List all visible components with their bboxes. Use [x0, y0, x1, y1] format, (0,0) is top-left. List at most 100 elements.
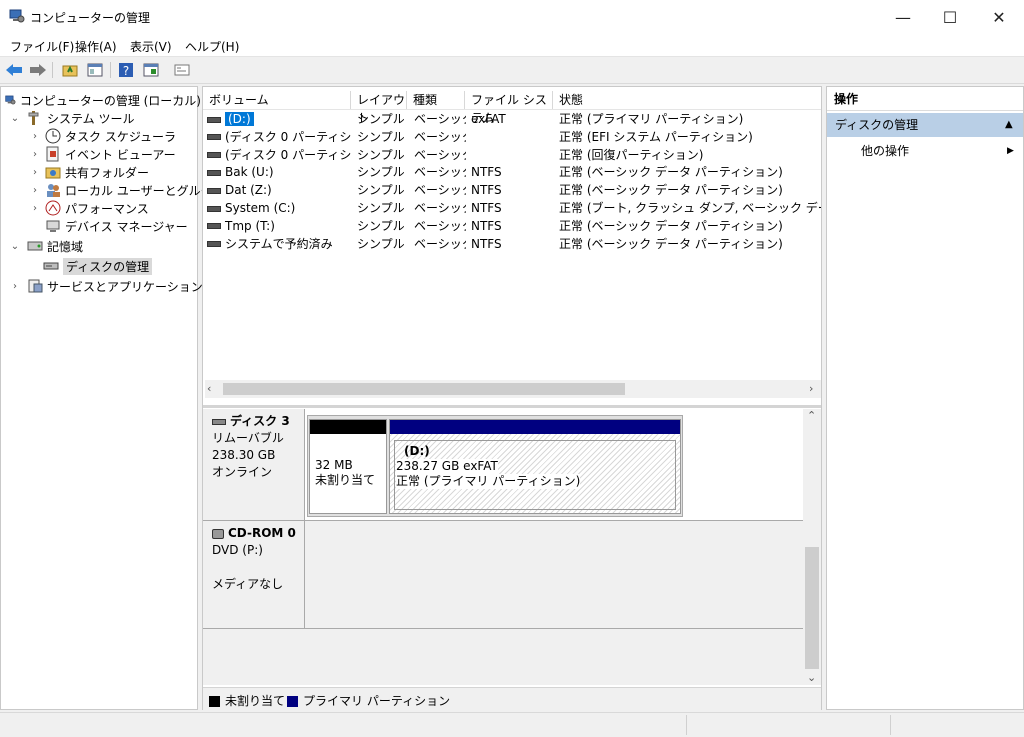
volume-cell-status: 正常 (ベーシック データ パーティション): [559, 181, 821, 199]
up-folder-icon[interactable]: [60, 60, 80, 80]
menu-view[interactable]: 表示(V): [130, 38, 172, 55]
menu-file[interactable]: ファイル(F): [10, 38, 74, 55]
volume-text-volume: Bak (U:): [225, 165, 274, 180]
actions-section-disk-management[interactable]: ディスクの管理 ▲: [827, 113, 1023, 137]
volume-cell-status: 正常 (プライマリ パーティション): [559, 110, 821, 128]
primary-partition-d[interactable]: (D:) 238.27 GB exFAT 正常 (プライマリ パーティション): [389, 419, 681, 514]
volume-cell-volume: (D:): [207, 110, 351, 128]
performance-icon: [45, 200, 61, 216]
maximize-button[interactable]: ☐: [927, 0, 973, 34]
volume-row[interactable]: Tmp (T:) シンプルベーシック NTFS 正常 (ベーシック データ パーティシ…: [203, 217, 821, 235]
volume-text-status: 正常 (ベーシック データ パーティション): [559, 236, 783, 251]
menu-action[interactable]: 操作(A): [75, 38, 117, 55]
pane-splitter[interactable]: [203, 405, 821, 408]
minimize-button[interactable]: —: [880, 0, 926, 34]
chevron-right-icon[interactable]: ›: [29, 131, 41, 142]
column-header-volume[interactable]: ボリューム: [203, 91, 351, 109]
disk-legend: 未割り当て プライマリ パーティション: [203, 687, 821, 710]
properties-icon[interactable]: [141, 60, 161, 80]
volume-text-volume: (ディスク 0 パーティション 3): [225, 129, 351, 144]
volume-cell-layout: シンプル: [357, 217, 407, 235]
tree-item-shared-folders[interactable]: › 共有フォルダー: [29, 163, 225, 181]
tree-item-services[interactable]: › サービスとアプリケーション: [9, 277, 205, 295]
volume-text-type: ベーシック: [414, 183, 466, 198]
volume-row[interactable]: システムで予約済み シンプルベーシック NTFS 正常 (ベーシック データ パーティ…: [203, 235, 821, 253]
volume-cell-fs: NTFS: [471, 217, 553, 235]
vertical-scroll-thumb[interactable]: [805, 547, 819, 669]
tree-item-performance[interactable]: › パフォーマンス: [29, 199, 225, 217]
volume-text-volume: Dat (Z:): [225, 183, 272, 198]
tree-item-computer-management[interactable]: コンピューターの管理 (ローカル): [5, 91, 201, 109]
tree-item-local-users[interactable]: › ローカル ユーザーとグループ: [29, 181, 225, 199]
cdrom0-info[interactable]: CD-ROM 0 DVD (P:) メディアなし: [203, 521, 305, 629]
forward-arrow-icon[interactable]: [28, 60, 48, 80]
column-header-status[interactable]: 状態: [553, 91, 821, 109]
chevron-right-icon[interactable]: ›: [29, 149, 41, 160]
volume-text-fs: NTFS: [471, 201, 502, 215]
chevron-right-icon[interactable]: ›: [29, 167, 41, 178]
toolbar: ?: [0, 57, 1024, 84]
disk3-partition-area: 32 MB 未割り当て (D:) 238.27 GB exFAT 正常 (プライ…: [305, 409, 821, 521]
volume-row[interactable]: (ディスク 0 パーティション 4) シンプルベーシック 正常 (回復パーティション…: [203, 146, 821, 164]
tree-label: システム ツール: [47, 111, 135, 126]
drive-icon: [207, 205, 221, 212]
volume-row[interactable]: Bak (U:) シンプルベーシック NTFS 正常 (ベーシック データ パーティシ…: [203, 163, 821, 181]
column-header-layout[interactable]: レイアウト: [351, 91, 407, 125]
tree-item-system-tools[interactable]: ⌄ システム ツール: [9, 109, 205, 127]
cdrom-icon: [212, 528, 224, 539]
help-icon[interactable]: ?: [116, 60, 136, 80]
chevron-down-icon[interactable]: ⌄: [9, 241, 21, 252]
tree-item-task-scheduler[interactable]: › タスク スケジューラ: [29, 127, 225, 145]
chevron-right-icon[interactable]: ›: [9, 281, 21, 292]
tree-item-event-viewer[interactable]: › イベント ビューアー: [29, 145, 225, 163]
actions-section-label: ディスクの管理: [835, 118, 919, 132]
volume-row[interactable]: (ディスク 0 パーティション 3) シンプルベーシック 正常 (EFI システム …: [203, 128, 821, 146]
cdrom0-partition-area: [305, 521, 821, 629]
scroll-down-icon[interactable]: ⌄: [807, 671, 816, 684]
volume-text-layout: シンプル: [357, 236, 405, 251]
scroll-thumb[interactable]: [223, 383, 625, 395]
tree-label: イベント ビューアー: [65, 147, 176, 162]
legend-primary-label: プライマリ パーティション: [303, 694, 451, 708]
disk3-info[interactable]: ディスク 3 リムーバブル 238.30 GB オンライン: [203, 409, 305, 521]
drive-icon: [207, 241, 221, 248]
horizontal-scrollbar[interactable]: ‹ ›: [205, 380, 821, 398]
scroll-left-icon[interactable]: ‹: [207, 382, 211, 395]
volume-text-volume: システムで予約済み: [225, 236, 333, 251]
chevron-right-icon[interactable]: ›: [29, 185, 41, 196]
actions-more[interactable]: 他の操作 ▶: [827, 141, 1023, 161]
volume-cell-fs: NTFS: [471, 181, 553, 199]
disk3-state: オンライン: [212, 465, 273, 479]
tools-icon: [28, 111, 39, 125]
console-icon[interactable]: [172, 60, 192, 80]
tree-label: 記憶域: [47, 239, 84, 254]
unallocated-partition[interactable]: 32 MB 未割り当て: [309, 419, 387, 514]
column-header-filesystem[interactable]: ファイル システム: [465, 91, 553, 125]
menu-bar: ファイル(F) 操作(A) 表示(V) ヘルプ(H): [0, 34, 1024, 57]
show-hide-tree-icon[interactable]: [85, 60, 105, 80]
menu-help[interactable]: ヘルプ(H): [185, 38, 239, 55]
close-button[interactable]: ✕: [976, 0, 1022, 34]
chevron-right-icon[interactable]: ›: [29, 203, 41, 214]
device-manager-icon: [46, 220, 60, 232]
column-header-type[interactable]: 種類: [407, 91, 465, 109]
volume-text-volume: (D:): [225, 112, 254, 126]
chevron-down-icon[interactable]: ⌄: [9, 113, 21, 124]
volume-cell-fs: NTFS: [471, 199, 553, 217]
back-arrow-icon[interactable]: [4, 60, 24, 80]
tree-item-storage[interactable]: ⌄ 記憶域: [9, 237, 205, 255]
volume-text-volume: Tmp (T:): [225, 218, 275, 233]
computer-management-icon: [5, 95, 16, 105]
volume-cell-layout: シンプル: [357, 146, 407, 164]
scroll-up-icon[interactable]: ⌃: [807, 409, 816, 422]
collapse-up-icon[interactable]: ▲: [1005, 113, 1013, 137]
volume-cell-layout: シンプル: [357, 181, 407, 199]
toolbar-separator: [52, 62, 53, 78]
vertical-scrollbar[interactable]: ⌃ ⌄: [803, 409, 821, 685]
volume-row[interactable]: (D:) シンプルベーシック exFAT 正常 (プライマリ パーティション): [203, 110, 821, 128]
scroll-right-icon[interactable]: ›: [809, 382, 813, 395]
volume-row[interactable]: Dat (Z:) シンプルベーシック NTFS 正常 (ベーシック データ パーティシ…: [203, 181, 821, 199]
volume-row[interactable]: System (C:) シンプルベーシック NTFS 正常 (ブート, クラッシュ ダ…: [203, 199, 821, 217]
title-bar: コンピューターの管理 — ☐ ✕: [0, 0, 1024, 34]
volume-cell-status: 正常 (ベーシック データ パーティション): [559, 217, 821, 235]
